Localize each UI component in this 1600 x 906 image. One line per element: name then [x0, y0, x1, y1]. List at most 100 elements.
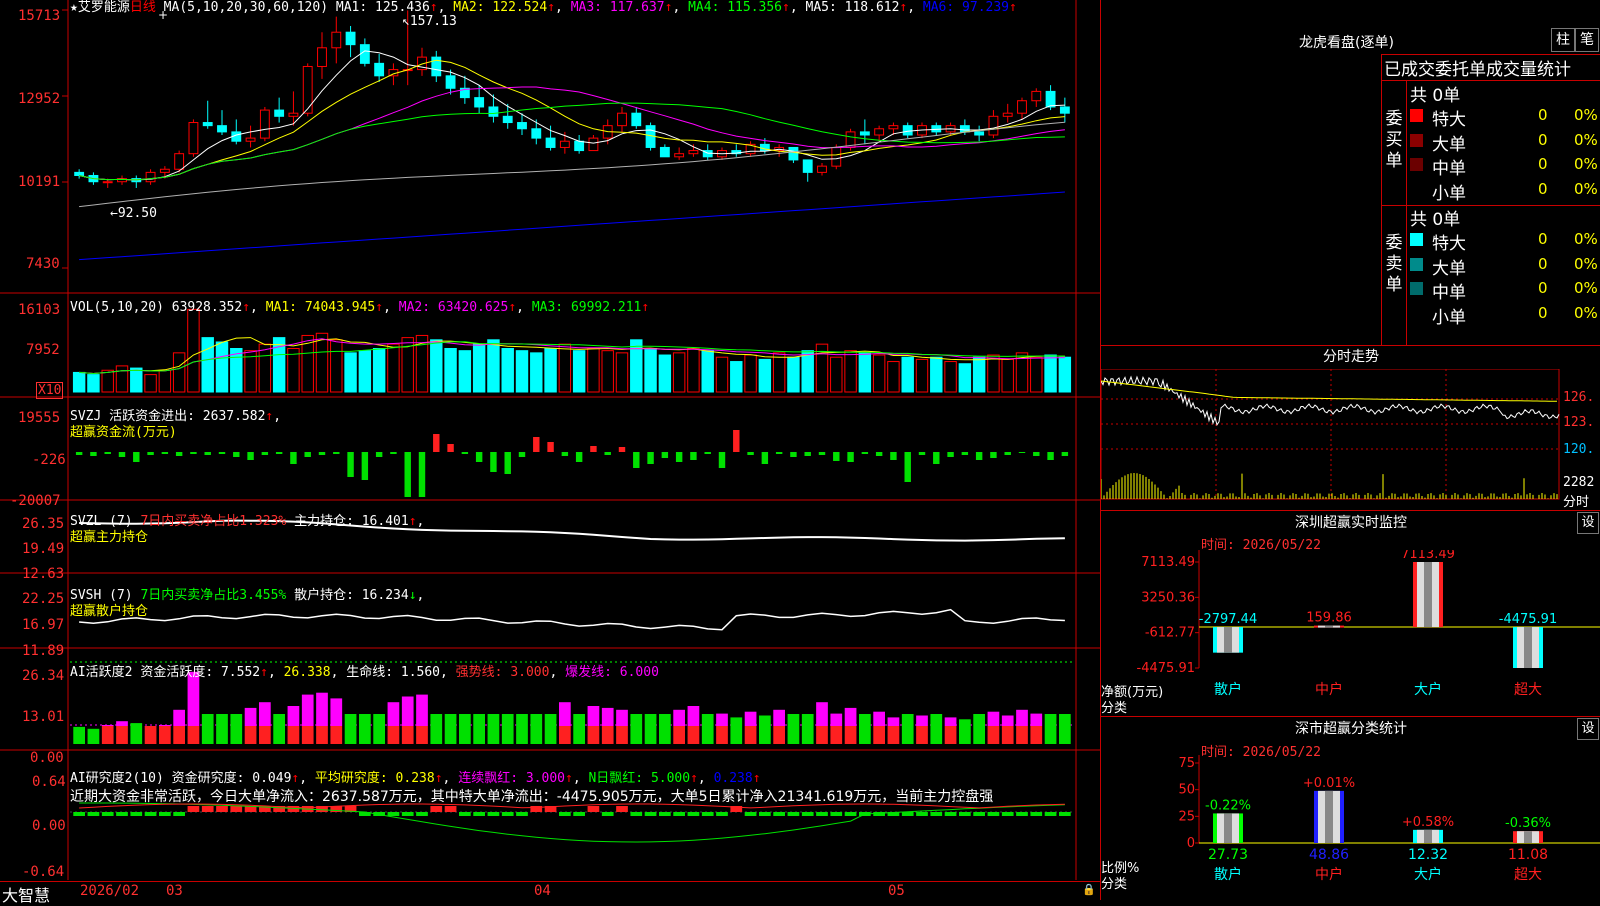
class-change-label: +0.01%	[1303, 776, 1355, 791]
ma-line	[78, 86, 1065, 181]
order-row-pct: 0%	[1574, 303, 1598, 322]
volume-bar	[630, 339, 643, 393]
monitor-settings-button[interactable]: 设	[1577, 512, 1599, 534]
volume-bar	[672, 352, 686, 393]
fund-flow-bar	[361, 452, 369, 480]
volume-bar	[344, 352, 357, 393]
class-change-label: -0.36%	[1505, 816, 1551, 831]
order-row-value: 0	[1538, 303, 1548, 322]
fund-flow-bar	[433, 434, 440, 452]
candle-body	[288, 112, 299, 117]
ma-line	[79, 191, 1065, 261]
order-row-name: 特大	[1432, 234, 1466, 254]
fund-flow-bar	[447, 444, 454, 452]
activity-bar	[973, 714, 985, 744]
research-bar	[759, 812, 771, 816]
class-category: 大户	[1414, 866, 1442, 883]
order-row-pct: 0%	[1574, 230, 1598, 248]
activity-bar	[901, 714, 914, 744]
research-bar	[844, 812, 857, 816]
volume-bar	[458, 350, 472, 393]
candle-body	[688, 150, 699, 155]
research-bar	[830, 812, 843, 816]
research-bar	[716, 812, 728, 816]
candle-body	[874, 128, 885, 136]
activity-bar	[744, 726, 757, 744]
candle-body	[517, 122, 527, 130]
class-category: 超大	[1514, 867, 1542, 883]
research-bar	[944, 812, 957, 816]
fund-flow-bar	[1004, 452, 1011, 455]
fund-flow-bar	[661, 452, 669, 458]
activity-bar	[459, 714, 471, 744]
research-bar	[401, 812, 414, 816]
activity-bar	[844, 726, 857, 744]
research-bar	[87, 812, 100, 816]
activity-bar	[887, 717, 900, 726]
activity-bar	[830, 726, 843, 744]
brand-logo[interactable]: 大智慧	[2, 882, 50, 906]
svzl-tick: 12.63	[22, 566, 65, 582]
activity-bar	[659, 714, 671, 744]
candle-body	[345, 31, 356, 46]
order-row: 特大 0 0%	[1408, 229, 1600, 254]
volume-bar	[787, 356, 800, 393]
class-value-label: 48.86	[1309, 847, 1349, 863]
activity-bar	[601, 707, 614, 726]
volume-bar	[115, 365, 129, 393]
volume-bar	[501, 348, 514, 393]
candle-body	[617, 112, 627, 127]
ma-line	[78, 102, 1065, 181]
volume-bar	[758, 358, 772, 393]
activity-bar	[430, 714, 443, 744]
activity-bar	[144, 726, 157, 744]
fund-flow-bar	[190, 452, 197, 454]
lock-icon[interactable]: 🔒	[1082, 883, 1096, 896]
fund-flow-bar	[990, 452, 997, 458]
candle-body	[1059, 106, 1070, 114]
activity-bar	[630, 714, 643, 744]
svzl-tick: 26.35	[22, 516, 65, 532]
activity-bar	[259, 702, 271, 726]
activity-bar	[544, 714, 557, 744]
activity-bar	[330, 698, 343, 726]
ai2-tick: -0.64	[22, 864, 65, 880]
candle-body	[145, 171, 156, 183]
candle-body	[859, 131, 870, 136]
activity-bar	[244, 707, 257, 726]
candle-body	[931, 125, 942, 133]
sell-total: 共 0单	[1410, 210, 1461, 230]
tick-mode-button[interactable]: 笔	[1575, 28, 1599, 52]
sell-side-label: 委卖单	[1385, 233, 1403, 295]
monitor-category: 大户	[1414, 681, 1442, 698]
activity-bar	[773, 726, 785, 744]
fund-flow-bar	[904, 452, 911, 482]
activity-bar	[816, 726, 828, 744]
period-label[interactable]: 日线	[130, 0, 156, 15]
color-swatch	[1410, 257, 1423, 271]
monitor-bar	[1413, 562, 1443, 628]
order-row-pct: 0%	[1574, 106, 1598, 124]
fund-flow-bar	[533, 437, 540, 452]
fund-flow-bar	[133, 452, 140, 462]
volume-bar	[372, 348, 386, 393]
class-settings-button[interactable]: 设	[1577, 718, 1599, 740]
candle-body	[202, 122, 213, 127]
fund-flow-bar	[375, 452, 383, 457]
candle-body	[317, 47, 327, 67]
volume-bar	[315, 332, 329, 393]
color-swatch	[1410, 282, 1423, 295]
activity-bar	[687, 706, 700, 726]
monitor-title: 深圳超赢实时监控	[1295, 515, 1407, 531]
monitor-category: 中户	[1315, 681, 1343, 698]
activity-bar	[287, 726, 300, 744]
research-bar	[787, 812, 800, 816]
order-row-pct: 0%	[1574, 279, 1598, 297]
fund-flow-bar	[275, 452, 283, 454]
vol-unit-badge[interactable]: X10	[36, 382, 64, 399]
fund-flow-bar	[75, 452, 83, 455]
fund-flow-bar	[404, 452, 411, 497]
volume-bar	[544, 348, 557, 393]
price-tick: 15713	[18, 8, 61, 24]
bar-mode-button[interactable]: 柱	[1551, 28, 1575, 52]
